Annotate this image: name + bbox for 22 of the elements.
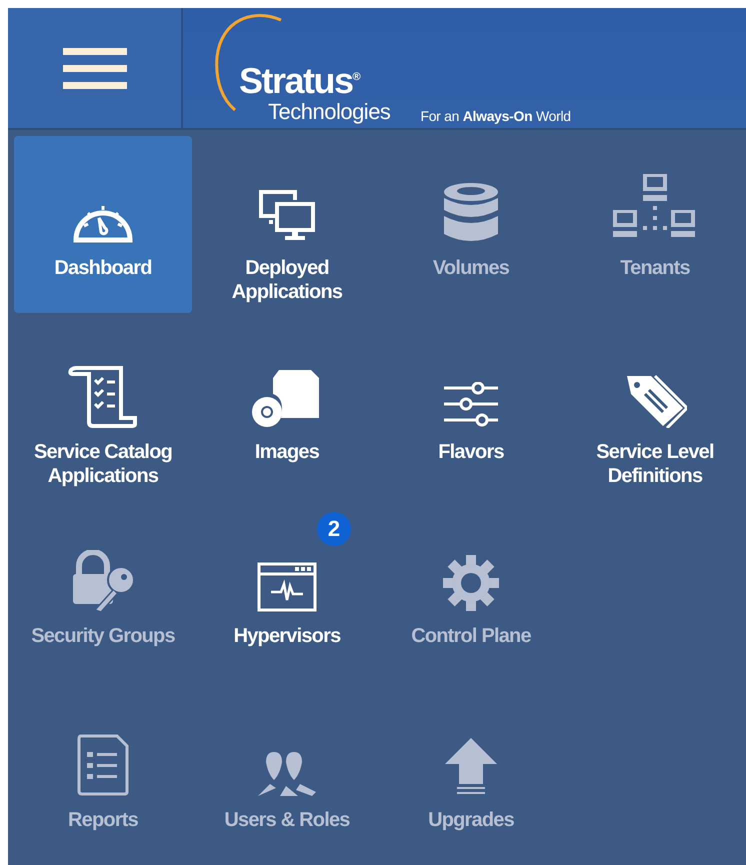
tagline: For an Always-On World xyxy=(420,108,571,124)
count-badge: 2 xyxy=(317,512,351,546)
menu-icon xyxy=(62,46,126,90)
logo-subtitle: Technologies xyxy=(268,100,390,124)
menu-tile[interactable]: Deployed Applications xyxy=(198,136,376,313)
menu-tile[interactable]: Images xyxy=(198,320,376,497)
sliders-icon xyxy=(442,382,500,428)
menu-tile[interactable]: Service Catalog Applications xyxy=(14,320,192,497)
database-icon xyxy=(442,182,500,244)
menu-tile[interactable]: Dashboard xyxy=(14,136,192,313)
lock-key-icon xyxy=(71,550,135,612)
menu-button[interactable] xyxy=(8,8,183,128)
document-list-icon xyxy=(77,734,129,796)
settings-icon xyxy=(442,554,500,612)
users-icon xyxy=(256,750,318,796)
menu-tile[interactable]: Flavors xyxy=(382,320,560,497)
pulse-window-icon xyxy=(257,562,317,612)
menu-tile[interactable]: 2 Hypervisors xyxy=(198,504,376,681)
logo-name: Stratus$^{®}$ xyxy=(239,59,361,100)
up-arrow-icon xyxy=(445,738,497,796)
checklist-icon xyxy=(67,366,139,428)
menu-tile[interactable]: Service Level Definitions xyxy=(566,320,744,497)
